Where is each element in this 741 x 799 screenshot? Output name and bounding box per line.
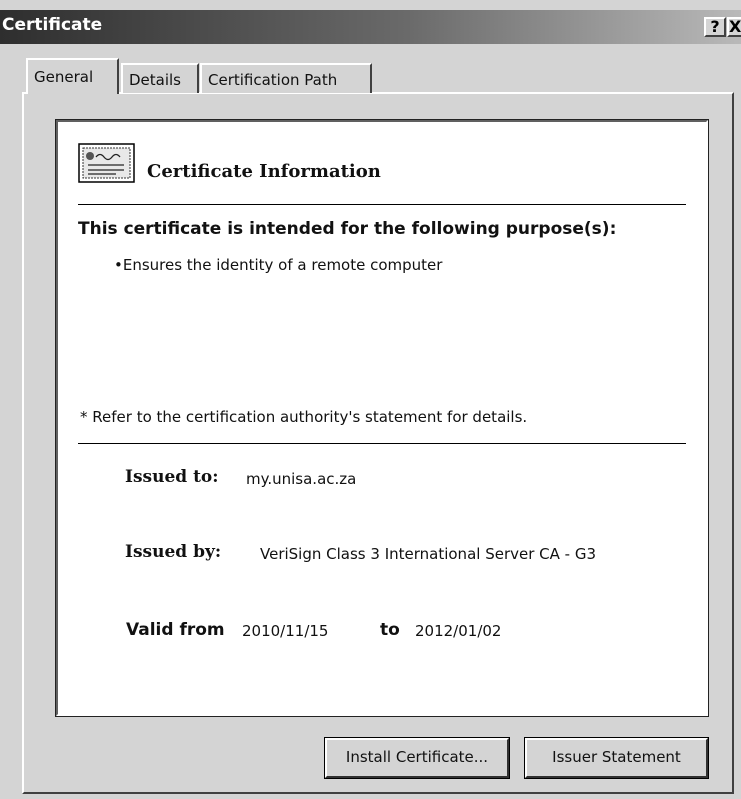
install-certificate-button[interactable]: Install Certificate... [324,737,510,779]
issuer-statement-button[interactable]: Issuer Statement [524,737,709,779]
purpose-item: •Ensures the identity of a remote comput… [114,256,443,274]
refer-note: * Refer to the certification authority's… [80,408,528,426]
issued-to-label: Issued to: [125,467,219,487]
tab-general[interactable]: General [26,58,119,94]
issued-by-label: Issued by: [125,542,222,562]
help-button[interactable]: ? [704,17,726,37]
certificate-icon [78,143,135,183]
close-button[interactable]: X [727,17,741,37]
issued-to-value: my.unisa.ac.za [246,470,357,488]
tab-certification-path[interactable]: Certification Path [200,63,372,93]
valid-to-value: 2012/01/02 [415,622,502,640]
divider [78,443,686,444]
tab-details[interactable]: Details [121,63,199,93]
valid-to-label: to [380,620,400,640]
valid-from-label: Valid from [126,620,225,640]
certificate-dialog: Certificate ? X General Details Certific… [0,0,741,799]
divider [78,204,686,205]
valid-from-value: 2010/11/15 [242,622,329,640]
title-bar[interactable]: Certificate ? X [0,10,741,44]
purpose-heading: This certificate is intended for the fol… [78,219,617,239]
window-title: Certificate [2,15,103,35]
certificate-info-heading: Certificate Information [147,161,381,182]
issued-by-value: VeriSign Class 3 International Server CA… [260,545,596,563]
